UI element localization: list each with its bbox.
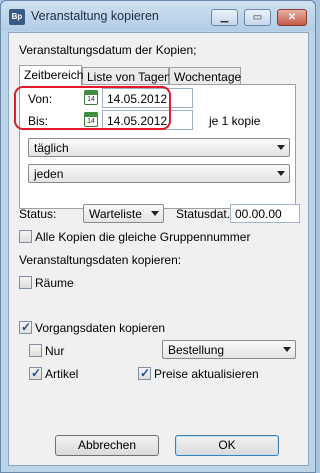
maximize-icon: ▭: [252, 12, 263, 23]
frequency-value: täglich: [34, 141, 69, 155]
chevron-down-icon: [151, 211, 159, 216]
date-range-highlight: [14, 86, 171, 130]
nur-label: Nur: [45, 344, 65, 358]
window-title: Veranstaltung kopieren: [31, 9, 159, 23]
close-button[interactable]: ✕: [277, 9, 307, 26]
chevron-down-icon: [277, 145, 285, 150]
status-select[interactable]: Warteliste: [83, 204, 164, 223]
frequency-select[interactable]: täglich: [28, 138, 290, 157]
status-date-input[interactable]: 00.00.00: [230, 204, 300, 223]
preise-checkbox[interactable]: [138, 366, 151, 380]
minimize-icon: ▁: [220, 12, 229, 23]
nur-checkbox[interactable]: [29, 344, 42, 357]
dates-heading: Veranstaltungsdatum der Kopien;: [19, 43, 197, 57]
raeume-label: Räume: [35, 276, 74, 290]
cancel-button[interactable]: Abbrechen: [55, 435, 159, 456]
same-group-checkbox[interactable]: [19, 230, 32, 243]
preise-label: Preise aktualisieren: [154, 367, 259, 381]
tab-zeitbereich[interactable]: Zeitbereich: [19, 65, 83, 86]
artikel-checkbox[interactable]: [29, 366, 42, 380]
copy-data-heading: Veranstaltungsdaten kopieren:: [19, 253, 182, 267]
chevron-down-icon: [277, 171, 285, 176]
interval-select[interactable]: jeden: [28, 164, 290, 183]
status-value: Warteliste: [89, 207, 142, 221]
nur-select-value: Bestellung: [168, 343, 225, 357]
same-group-label: Alle Kopien die gleiche Gruppennummer: [35, 230, 251, 244]
maximize-button[interactable]: ▭: [244, 9, 271, 26]
chevron-down-icon: [283, 347, 291, 352]
status-date-value: 00.00.00: [235, 207, 282, 221]
status-date-label: Statusdat.:: [176, 207, 234, 221]
ok-button[interactable]: OK: [175, 435, 279, 456]
artikel-label: Artikel: [45, 367, 79, 381]
vorgangsdaten-checkbox[interactable]: [19, 320, 32, 334]
interval-value: jeden: [34, 167, 64, 181]
minimize-button[interactable]: ▁: [211, 9, 238, 26]
status-label: Status:: [19, 207, 57, 221]
vorgangsdaten-label: Vorgangsdaten kopieren: [35, 321, 166, 335]
nur-select[interactable]: Bestellung: [162, 340, 296, 359]
dialog-content: Veranstaltungsdatum der Kopien; Zeitbere…: [8, 32, 309, 466]
tab-liste-von-tagen[interactable]: Liste von Tagen: [82, 67, 171, 85]
app-icon: Bp: [9, 9, 25, 25]
dialog-window: Bp Veranstaltung kopieren ▁ ▭ ✕ Veransta…: [0, 0, 316, 473]
tab-wochentage[interactable]: Wochentage: [169, 67, 241, 85]
copy-count-text: je 1 kopie: [209, 114, 261, 128]
close-icon: ✕: [287, 12, 297, 23]
title-bar[interactable]: Bp Veranstaltung kopieren ▁ ▭ ✕: [1, 1, 315, 31]
raeume-checkbox[interactable]: [19, 276, 32, 289]
